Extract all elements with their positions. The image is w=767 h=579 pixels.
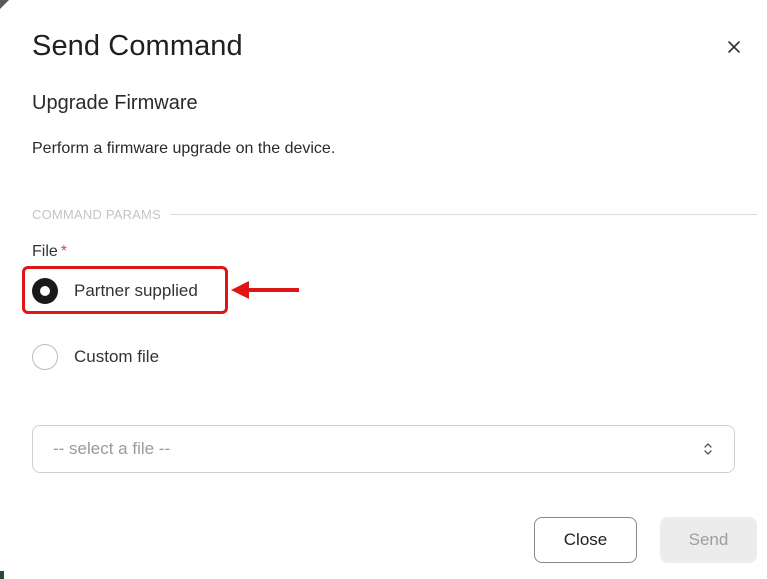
window-corner-bottom-left bbox=[0, 571, 4, 579]
select-placeholder: -- select a file -- bbox=[53, 439, 171, 458]
window-corner-top-left bbox=[0, 0, 9, 9]
send-button[interactable]: Send bbox=[660, 517, 757, 563]
close-icon[interactable] bbox=[723, 36, 745, 58]
radio-unchecked-icon[interactable] bbox=[32, 344, 58, 370]
command-description: Perform a firmware upgrade on the device… bbox=[32, 140, 336, 157]
command-params-divider: COMMAND PARAMS bbox=[32, 205, 757, 223]
section-label: COMMAND PARAMS bbox=[32, 206, 161, 222]
radio-label-custom-file: Custom file bbox=[74, 347, 160, 366]
command-name: Upgrade Firmware bbox=[32, 92, 198, 114]
dialog-title: Send Command bbox=[32, 30, 243, 62]
file-field-label: File * bbox=[32, 243, 67, 261]
annotation-highlight-box bbox=[22, 266, 228, 314]
arrow-left-icon bbox=[231, 281, 301, 304]
file-label-text: File bbox=[32, 243, 58, 260]
radio-custom-file[interactable]: Custom file bbox=[32, 343, 159, 371]
required-marker: * bbox=[60, 243, 68, 260]
divider-line bbox=[169, 213, 757, 215]
file-select[interactable]: -- select a file -- bbox=[32, 425, 735, 473]
close-button[interactable]: Close bbox=[534, 517, 637, 563]
chevron-up-down-icon bbox=[702, 441, 714, 457]
